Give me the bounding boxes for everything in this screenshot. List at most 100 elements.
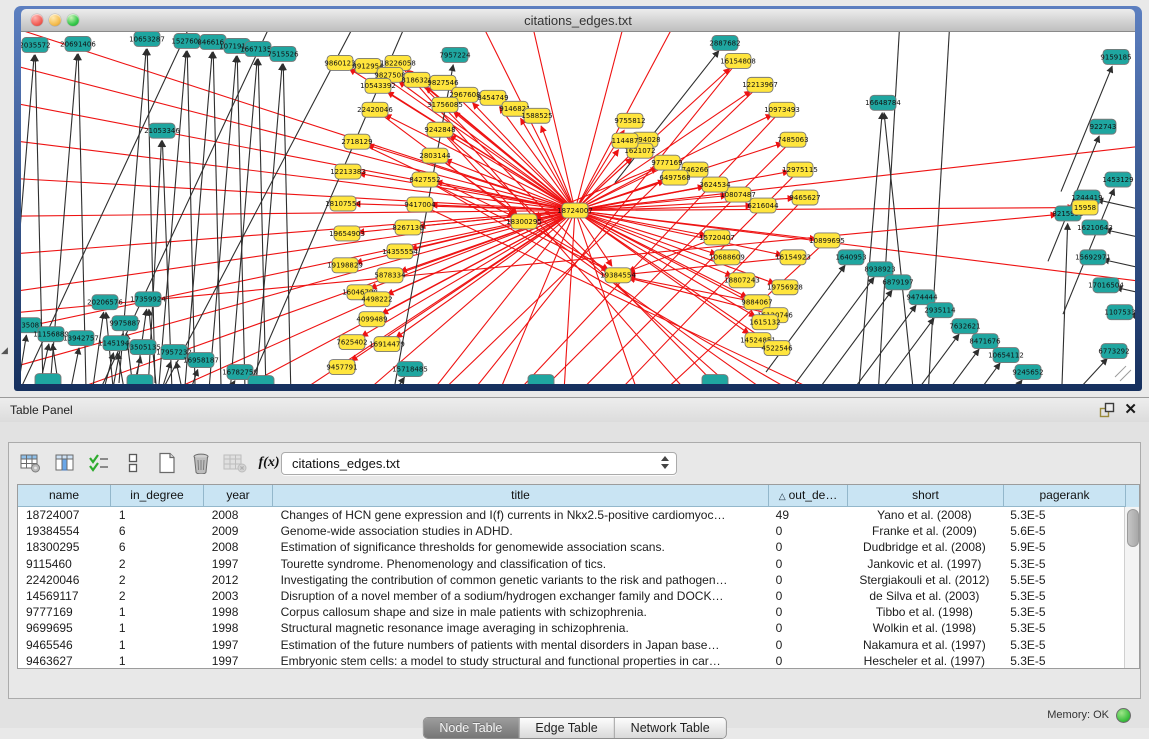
network-edge[interactable] <box>813 290 892 384</box>
network-edge[interactable] <box>21 137 575 211</box>
network-node[interactable]: 9457791 <box>326 360 357 375</box>
network-node[interactable]: 9465627 <box>789 190 820 205</box>
network-node[interactable]: 9860123 <box>324 55 355 70</box>
network-edge[interactable] <box>71 348 79 384</box>
network-node[interactable]: 1107533 <box>1104 305 1135 320</box>
network-edge[interactable] <box>21 57 575 211</box>
network-edge[interactable] <box>561 210 575 384</box>
network-node[interactable]: 9975887 <box>109 316 140 331</box>
network-edge[interactable] <box>370 377 404 384</box>
network-node[interactable]: 18807243 <box>724 273 760 288</box>
table-row[interactable]: 969969511998Structural magnetic resonanc… <box>18 620 1124 636</box>
scrollbar-thumb[interactable] <box>1127 509 1139 547</box>
network-edge[interactable] <box>880 334 959 384</box>
column-header-title[interactable]: title <box>273 485 769 507</box>
network-edge[interactable] <box>21 210 575 216</box>
network-node[interactable]: 16154808 <box>720 53 756 68</box>
close-panel-icon[interactable]: ✕ <box>1124 400 1137 418</box>
network-node[interactable]: 12213967 <box>742 77 778 92</box>
network-edge[interactable] <box>21 210 575 296</box>
network-node[interactable]: 12975115 <box>782 162 818 177</box>
network-node[interactable]: 8471676 <box>969 334 1000 349</box>
network-edge[interactable] <box>575 210 1135 286</box>
network-node[interactable]: 13942757 <box>63 331 99 346</box>
network-edge[interactable] <box>185 52 212 384</box>
network-edge[interactable] <box>93 312 104 384</box>
network-node[interactable]: 20691406 <box>60 36 96 51</box>
function-builder-icon[interactable]: f(x) <box>255 450 283 476</box>
show-columns-icon[interactable] <box>51 450 79 476</box>
network-node[interactable]: 18300295 <box>506 214 542 229</box>
network-edge[interactable] <box>213 52 221 384</box>
table-row[interactable]: 1456911722003Disruption of a novel membe… <box>18 588 1124 604</box>
network-node[interactable]: 2935114 <box>924 303 956 318</box>
network-node[interactable]: 21053346 <box>144 123 180 138</box>
network-node[interactable]: 10654112 <box>988 348 1024 363</box>
network-node[interactable]: 15958 <box>1072 200 1098 215</box>
network-node[interactable]: 7515526 <box>267 46 298 61</box>
table-row[interactable]: 1872400712008Changes of HCN gene express… <box>18 507 1124 523</box>
table-row[interactable]: 977716911998Corpus callosum shape and si… <box>18 604 1124 620</box>
network-node[interactable] <box>702 375 728 384</box>
network-edge[interactable] <box>837 305 916 384</box>
network-node[interactable]: 18107554 <box>325 196 361 211</box>
network-node[interactable]: 9777169 <box>651 155 682 170</box>
memory-status-indicator[interactable] <box>1116 708 1131 723</box>
network-node[interactable]: 10899695 <box>809 233 845 248</box>
network-node[interactable]: 1640953 <box>835 250 866 265</box>
column-header-name[interactable]: name <box>18 485 111 507</box>
network-node[interactable]: 31756085 <box>427 97 463 112</box>
table-vertical-scrollbar[interactable] <box>1124 507 1139 668</box>
network-node[interactable]: 5878334 <box>374 268 406 283</box>
network-node[interactable]: 4099489 <box>356 312 387 327</box>
network-node[interactable] <box>35 374 61 384</box>
network-node[interactable]: 14355554 <box>382 244 418 259</box>
network-node[interactable]: 19384554 <box>600 268 636 283</box>
network-edge[interactable] <box>417 80 753 384</box>
network-node[interactable] <box>528 375 554 384</box>
network-node[interactable]: 16648784 <box>865 95 901 110</box>
table-row[interactable]: 911546021997Tourette syndrome. Phenomeno… <box>18 556 1124 572</box>
network-edge[interactable] <box>21 210 575 376</box>
network-edge[interactable] <box>159 51 186 384</box>
network-node[interactable]: 10688609 <box>709 250 745 265</box>
network-node[interactable]: 17359924 <box>130 292 166 307</box>
network-node[interactable]: 19654903 <box>329 226 365 241</box>
network-node[interactable]: 22420046 <box>357 102 393 117</box>
network-window-titlebar[interactable]: citations_edges.txt <box>21 9 1135 32</box>
table-row[interactable]: 2242004622012Investigating the contribut… <box>18 572 1124 588</box>
network-node[interactable]: 15720407 <box>699 230 735 245</box>
network-node[interactable]: 9159185 <box>1100 49 1131 64</box>
network-node[interactable]: 12213383 <box>330 164 366 179</box>
network-node[interactable]: 18724007 <box>557 203 593 218</box>
network-node[interactable]: 8427552 <box>409 172 440 187</box>
network-node[interactable]: 9245652 <box>1012 365 1043 380</box>
network-node[interactable]: 6773292 <box>1098 344 1129 359</box>
canvas-resize-handle[interactable]: ◢ <box>1 345 8 356</box>
network-node[interactable]: 7485063 <box>777 132 808 147</box>
network-edge[interactable] <box>187 51 195 384</box>
network-edge[interactable] <box>176 362 182 384</box>
network-edge[interactable] <box>241 210 575 384</box>
network-node[interactable]: 4522546 <box>761 341 792 356</box>
network-node[interactable]: 16958187 <box>183 353 219 368</box>
network-node[interactable]: 9242848 <box>424 122 455 137</box>
network-node[interactable]: 6879197 <box>882 275 913 290</box>
network-edge[interactable] <box>258 59 266 384</box>
delete-icon[interactable] <box>187 450 215 476</box>
column-header-short[interactable]: short <box>848 485 1004 507</box>
network-node[interactable]: 19198829 <box>327 258 363 273</box>
network-node[interactable]: 16210643 <box>1077 220 1113 235</box>
network-node[interactable] <box>248 376 274 384</box>
network-edge[interactable] <box>283 64 291 384</box>
network-node[interactable]: 8267130 <box>392 220 423 235</box>
network-edge[interactable] <box>162 362 171 384</box>
new-document-icon[interactable] <box>153 450 181 476</box>
network-node[interactable] <box>127 375 153 384</box>
network-edge[interactable] <box>21 335 26 384</box>
table-row[interactable]: 1830029562008Estimation of significance … <box>18 539 1124 555</box>
table-row[interactable]: 1938455462009Genome-wide association stu… <box>18 523 1124 539</box>
network-node[interactable]: 4498222 <box>361 292 392 307</box>
network-node[interactable]: 9755812 <box>614 113 645 128</box>
network-edge[interactable] <box>141 32 361 384</box>
